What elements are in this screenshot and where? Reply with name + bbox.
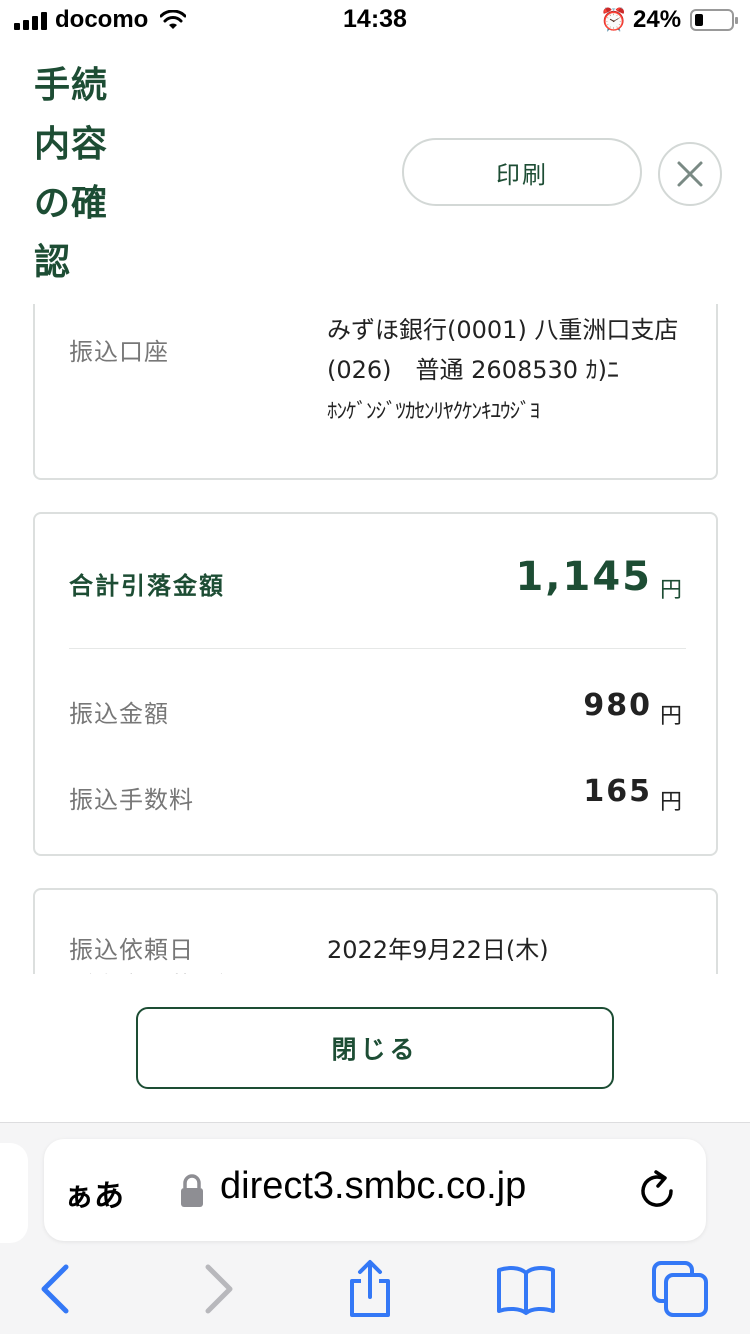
transfer-amount-currency: 円 (659, 704, 682, 729)
close-button[interactable]: 閉じる (136, 1007, 614, 1089)
amount-card: 合計引落金額 1,145 円 振込金額 980 円 振込手数料 165 円 (33, 512, 718, 856)
fee-amount: 165 (583, 774, 652, 809)
lock-icon (181, 1174, 203, 1207)
back-icon[interactable] (26, 1259, 86, 1319)
alarm-icon: ⏰ (600, 7, 628, 32)
fee-currency: 円 (659, 790, 682, 815)
forward-icon[interactable] (188, 1259, 248, 1319)
transfer-amount-label: 振込金額 (69, 700, 169, 728)
previous-tab-peek[interactable] (0, 1143, 28, 1243)
print-button[interactable]: 印刷 (402, 138, 642, 206)
total-amount: 1,145 (515, 554, 652, 600)
divider (69, 648, 686, 649)
fee-label: 振込手数料 (69, 786, 194, 814)
close-icon-button[interactable] (658, 142, 722, 206)
account-label: 振込口座 (69, 338, 169, 366)
reload-icon[interactable] (634, 1167, 680, 1213)
bookmarks-icon[interactable] (496, 1259, 556, 1319)
request-date-card: 振込依頼日 （資金引落日） 2022年9月22日(木) (33, 888, 718, 974)
page-settings-button[interactable]: ぁあ (64, 1171, 124, 1215)
tabs-icon[interactable] (650, 1259, 710, 1319)
account-card: 振込口座 みずほ銀行(0001) 八重洲口支店 (026) 普通 2608530… (33, 304, 718, 480)
battery-icon (690, 9, 738, 31)
total-currency: 円 (659, 578, 682, 603)
request-date-label: 振込依頼日 (69, 936, 194, 964)
browser-toolbar: ぁあ direct3.smbc.co.jp (0, 1122, 750, 1334)
url-text[interactable]: direct3.smbc.co.jp (220, 1165, 526, 1208)
total-label: 合計引落金額 (69, 572, 225, 600)
page-title: 手続内容の確認 (34, 65, 109, 283)
content-scroll[interactable]: 振込口座 みずほ銀行(0001) 八重洲口支店 (026) 普通 2608530… (0, 304, 750, 974)
request-date-value: 2022年9月22日(木) (327, 936, 549, 964)
account-kana: ﾎﾝｹﾞﾝｼﾞﾂｶｾﾝﾘﾔｸｹﾝｷﾕｳｼﾞﾖ (327, 399, 540, 423)
close-icon (677, 161, 703, 187)
battery-percent: 24% (633, 6, 682, 33)
share-icon[interactable] (340, 1259, 400, 1319)
address-bar[interactable]: ぁあ direct3.smbc.co.jp (44, 1139, 706, 1241)
status-bar: docomo 14:38 ⏰ 24% (0, 0, 750, 44)
account-bank: みずほ銀行(0001) 八重洲口支店 (026) 普通 2608530 ｶ)ﾆ (327, 316, 703, 384)
transfer-amount: 980 (583, 688, 652, 723)
request-date-sublabel: （資金引落日） (69, 966, 244, 974)
account-value: みずほ銀行(0001) 八重洲口支店 (026) 普通 2608530 ｶ)ﾆ … (327, 310, 703, 431)
